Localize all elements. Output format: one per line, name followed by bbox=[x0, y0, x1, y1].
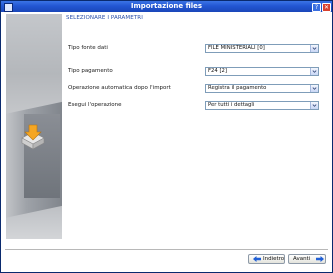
auto-operation-label: Operazione automatica dopo l'import bbox=[68, 85, 171, 91]
payment-type-dropdown-button[interactable] bbox=[310, 68, 318, 75]
upload-tray-icon bbox=[21, 124, 45, 150]
source-type-value: FILE MINISTERIALI [0] bbox=[208, 45, 265, 51]
section-title: SELEZIONARE I PARAMETRI bbox=[66, 15, 143, 21]
execute-operation-dropdown-button[interactable] bbox=[310, 102, 318, 109]
auto-operation-value: Registra il pagamento bbox=[208, 85, 267, 91]
next-button-label: Avanti bbox=[293, 256, 311, 262]
import-dialog-window: Importazione files ? ✕ SELEZIONARE I PAR… bbox=[0, 0, 333, 273]
payment-type-value: F24 [2] bbox=[208, 68, 227, 74]
execute-operation-label: Esegui l'operazione bbox=[68, 102, 122, 108]
chevron-down-icon bbox=[312, 70, 317, 73]
title-bar[interactable]: Importazione files ? ✕ bbox=[1, 1, 332, 12]
source-type-dropdown-button[interactable] bbox=[310, 45, 318, 52]
back-button-label: Indietro bbox=[263, 256, 285, 262]
next-button[interactable]: Avanti bbox=[288, 254, 326, 264]
execute-operation-value: Per tutti i dettagli bbox=[208, 102, 255, 108]
payment-type-select[interactable]: F24 [2] bbox=[205, 67, 319, 76]
source-type-label: Tipo fonte dati bbox=[68, 45, 108, 51]
auto-operation-dropdown-button[interactable] bbox=[310, 85, 318, 92]
source-type-select[interactable]: FILE MINISTERIALI [0] bbox=[205, 44, 319, 53]
window-title: Importazione files bbox=[130, 2, 203, 10]
auto-operation-select[interactable]: Registra il pagamento bbox=[205, 84, 319, 93]
arrow-left-icon bbox=[253, 256, 261, 262]
chevron-down-icon bbox=[312, 87, 317, 90]
execute-operation-select[interactable]: Per tutti i dettagli bbox=[205, 101, 319, 110]
chevron-down-icon bbox=[312, 104, 317, 107]
footer-separator bbox=[5, 249, 328, 251]
chevron-down-icon bbox=[312, 47, 317, 50]
help-button[interactable]: ? bbox=[312, 3, 321, 12]
payment-type-label: Tipo pagamento bbox=[68, 68, 113, 74]
close-button[interactable]: ✕ bbox=[322, 3, 331, 12]
back-button[interactable]: Indietro bbox=[248, 254, 285, 264]
arrow-right-icon bbox=[316, 256, 324, 262]
wizard-side-panel bbox=[6, 14, 62, 239]
